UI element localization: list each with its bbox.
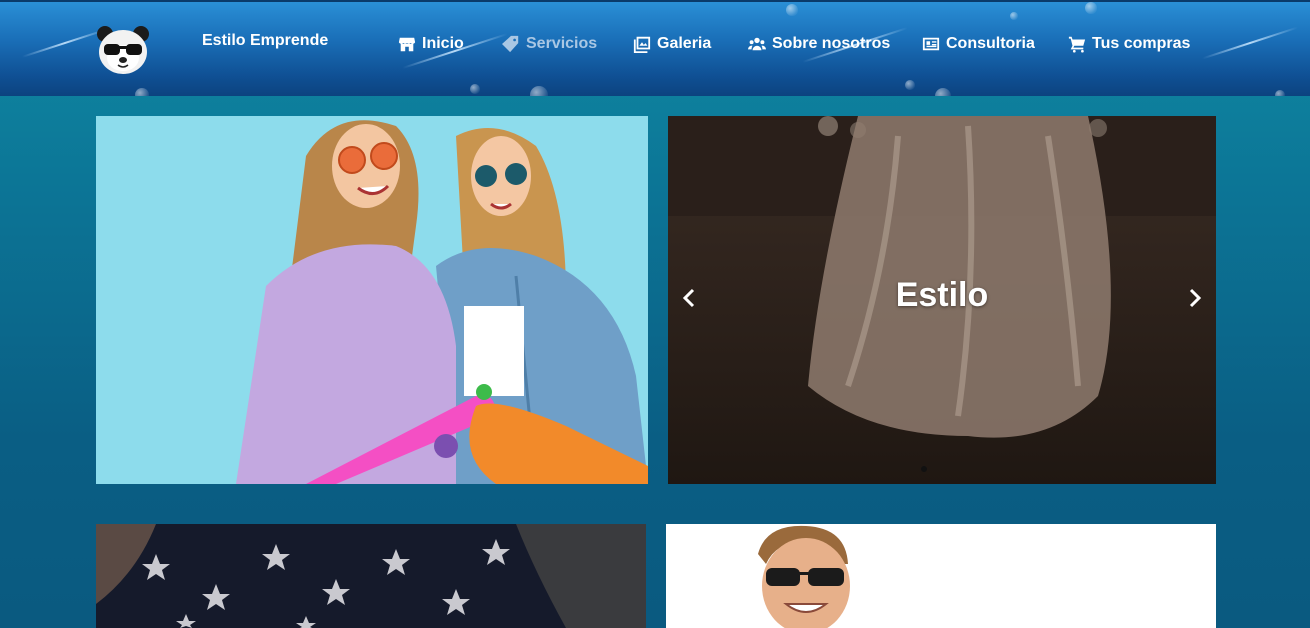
carousel-prev-button[interactable] [678, 286, 702, 310]
carousel-next-button[interactable] [1182, 286, 1206, 310]
header-decor [786, 4, 798, 16]
header-decor [1010, 12, 1018, 20]
users-icon [748, 37, 766, 51]
gallery-image-star-dress [96, 524, 646, 628]
chevron-left-icon [682, 288, 695, 308]
nav-servicios-label: Servicios [526, 35, 598, 52]
nav-galeria[interactable]: Galeria [633, 35, 711, 53]
store-icon [398, 37, 416, 52]
header-decor [135, 88, 149, 96]
carousel-caption: Estilo [895, 276, 989, 314]
main-nav: Inicio Servicios Galeria Sobre nosotros … [0, 35, 1310, 59]
carousel: Estilo [668, 116, 1216, 484]
id-card-icon [922, 37, 940, 51]
header-decor [1085, 2, 1097, 14]
tag-icon [502, 35, 519, 53]
nav-inicio[interactable]: Inicio [398, 35, 464, 53]
nav-sobre-nosotros-label: Sobre nosotros [772, 35, 891, 52]
site-header: Estilo Emprende Inicio Servicios Galeria… [0, 0, 1310, 96]
nav-sobre-nosotros[interactable]: Sobre nosotros [748, 35, 890, 53]
nav-tus-compras-label: Tus compras [1092, 35, 1191, 52]
header-decor [470, 84, 480, 94]
gallery-icon [633, 36, 651, 53]
header-decor [935, 88, 951, 96]
header-decor [530, 86, 548, 96]
nav-galeria-label: Galeria [657, 35, 712, 52]
nav-consultoria-label: Consultoria [946, 35, 1035, 52]
gallery-image-man-sunglasses [666, 524, 1216, 628]
nav-tus-compras[interactable]: Tus compras [1068, 35, 1190, 53]
nav-consultoria[interactable]: Consultoria [922, 35, 1035, 53]
nav-servicios[interactable]: Servicios [502, 35, 597, 53]
header-decor [1275, 90, 1285, 96]
nav-inicio-label: Inicio [422, 35, 464, 52]
header-decor [905, 80, 915, 90]
cart-icon [1068, 36, 1086, 53]
carousel-indicator[interactable] [921, 466, 927, 472]
hero-image-girls-skateboards [96, 116, 648, 484]
chevron-right-icon [1189, 288, 1202, 308]
